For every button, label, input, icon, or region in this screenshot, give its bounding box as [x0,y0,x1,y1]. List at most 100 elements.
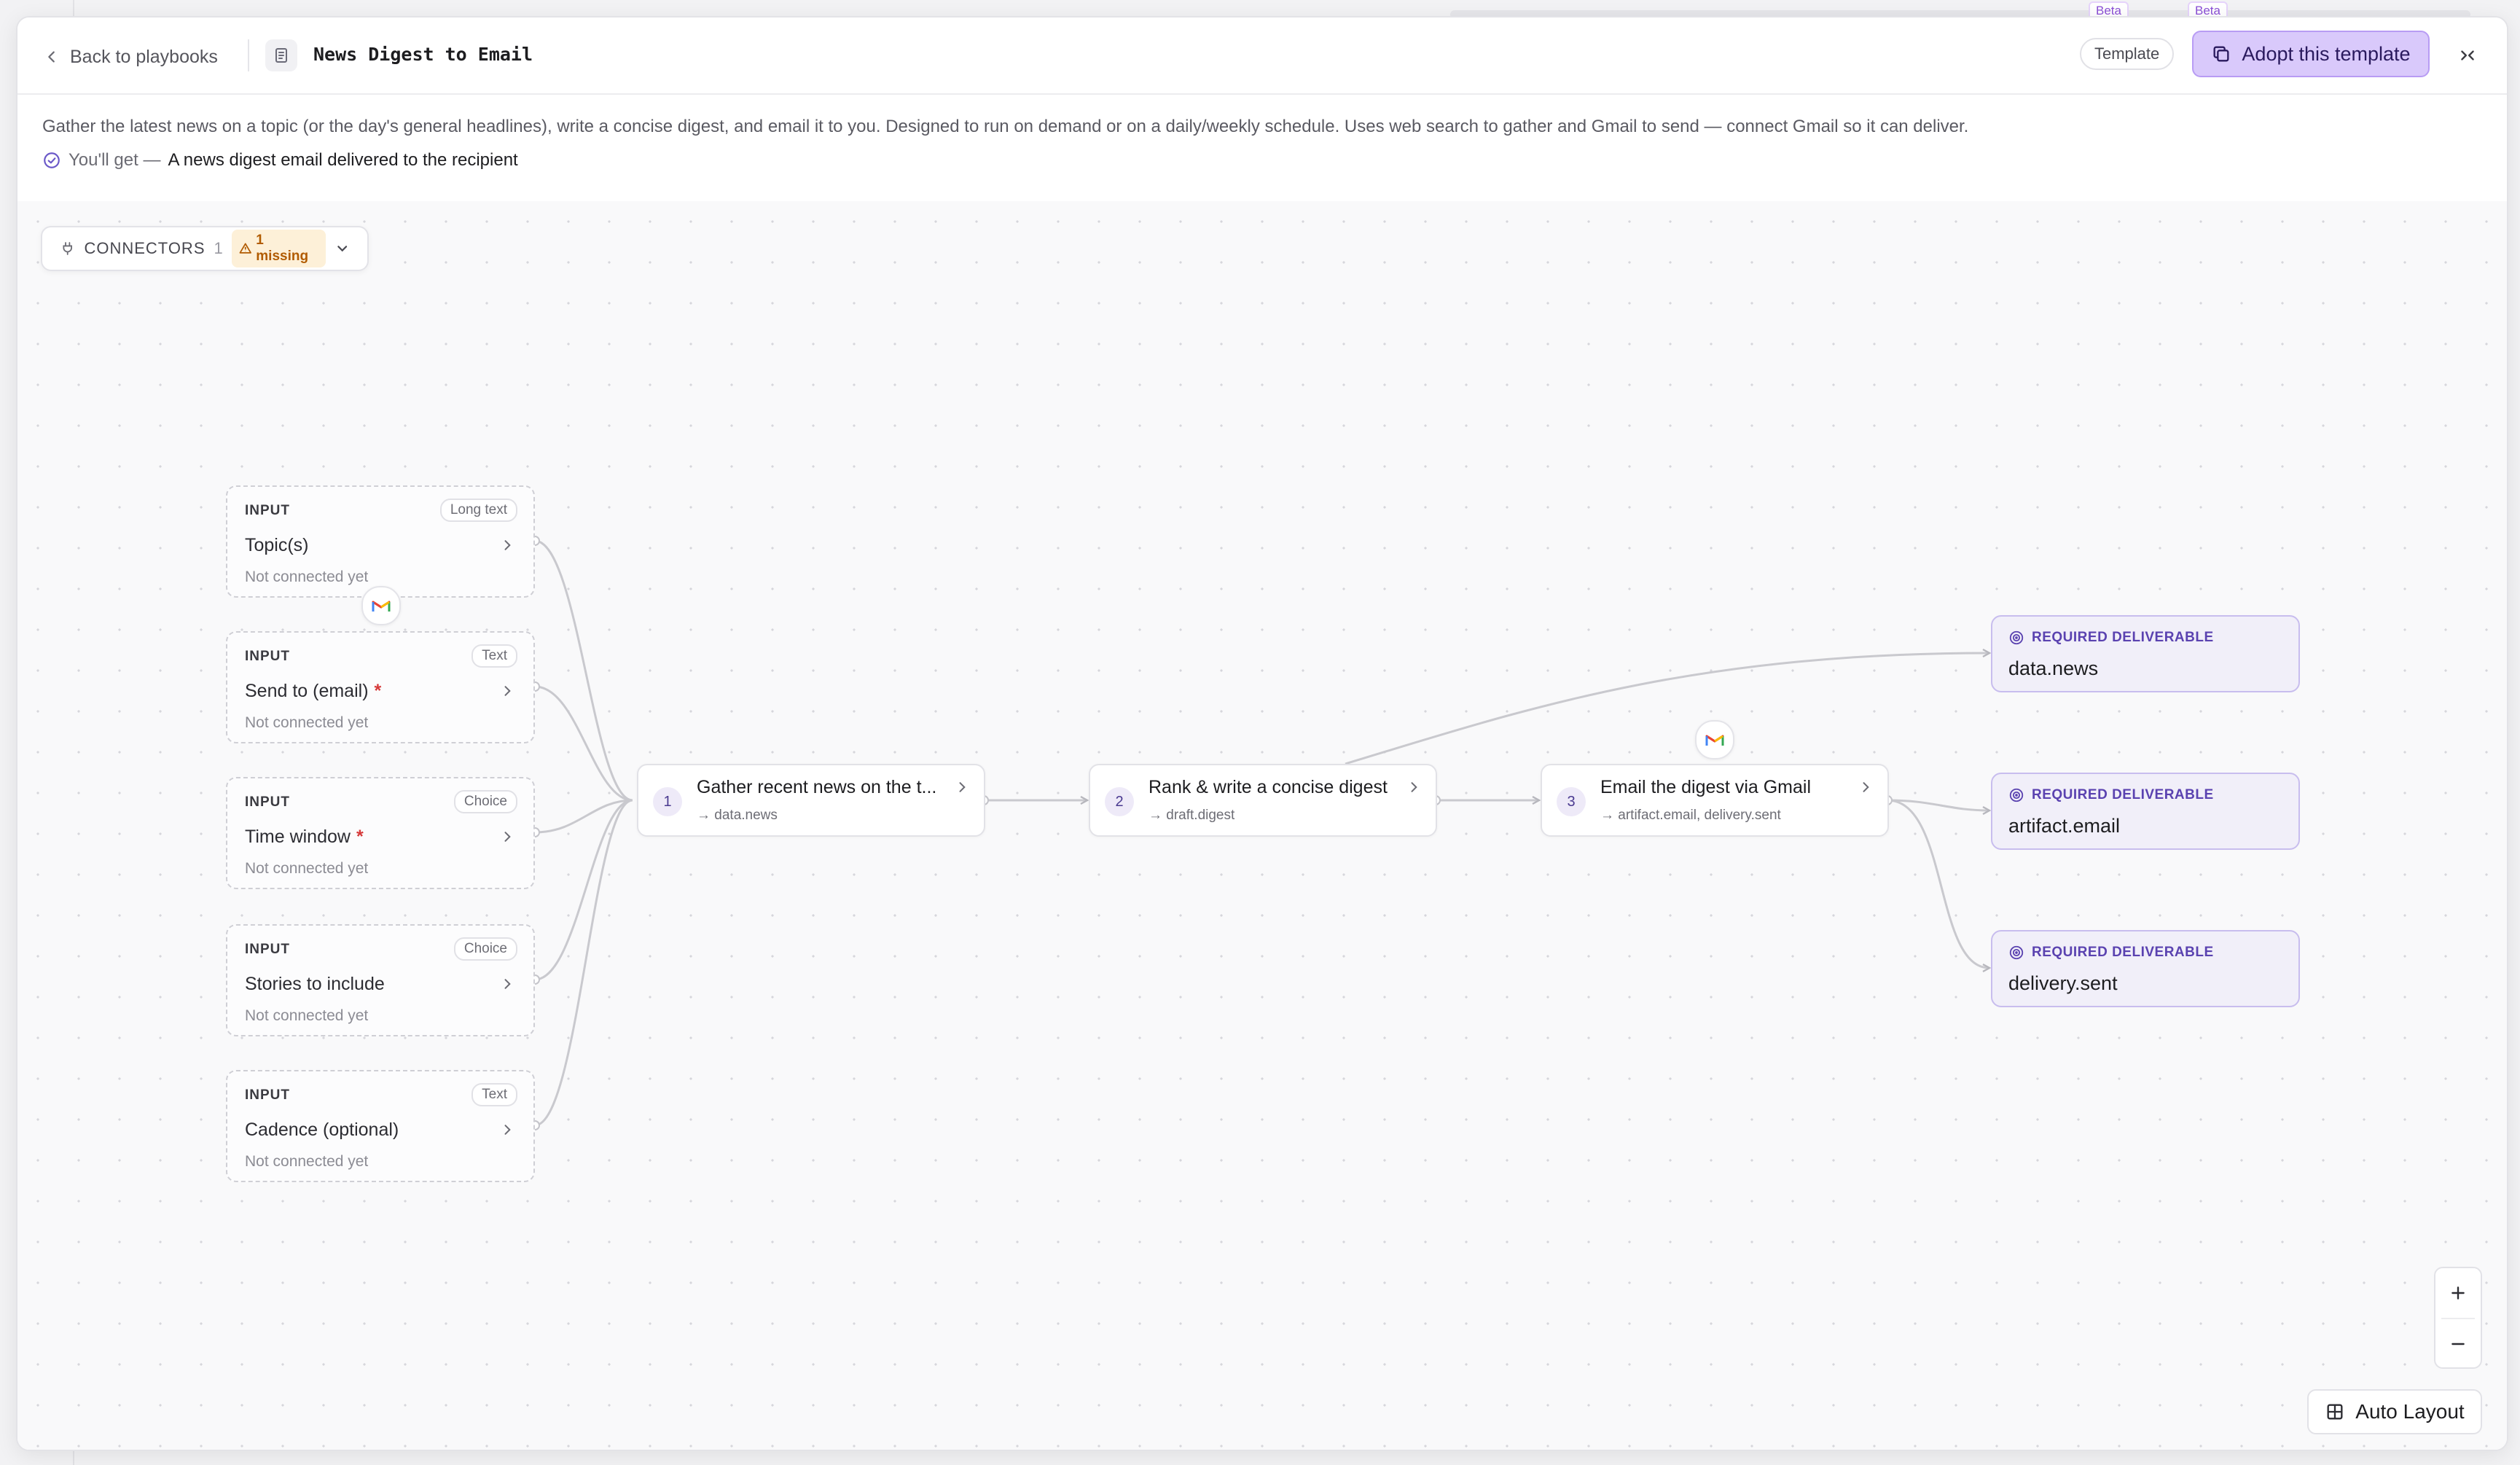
back-to-playbooks-button[interactable]: Back to playbooks [44,42,218,71]
input-label: Time window * [245,827,364,847]
grid-icon [2327,1404,2343,1420]
deliverable-name: delivery.sent [2008,972,2118,994]
input-status: Not connected yet [245,569,369,585]
chevron-right-icon [504,540,511,550]
target-icon [2009,945,2024,960]
input-node-stories[interactable]: INPUT Choice Stories to include Not conn… [226,924,535,1036]
adopt-template-button[interactable]: Adopt this template [2192,31,2430,77]
deliverable-name: data.news [2008,657,2099,679]
edge-step2-data-news [1345,648,1992,765]
step-outputs: → draft.digest [1149,808,1235,823]
gmail-icon [361,586,401,625]
edge-input-stories [534,799,633,981]
minus-icon [2451,1343,2465,1345]
edge-input-send-to [534,685,633,802]
input-type-badge: Choice [453,790,517,813]
playbook-description: Gather the latest news on a topic (or th… [42,117,1969,136]
input-label: Stories to include [245,974,385,994]
flow-canvas[interactable]: CONNECTORS 1 1 missing INPUT Long text T… [17,201,2507,1450]
auto-layout-button[interactable]: Auto Layout [2307,1389,2482,1434]
chevron-right-icon [1863,782,1869,792]
step-number: 1 [653,787,682,816]
target-icon [2009,630,2024,645]
deliverable-name: artifact.email [2008,815,2121,837]
plus-icon [2451,1286,2465,1300]
input-kind: INPUT [245,649,290,664]
target-icon [2009,788,2024,802]
input-kind: INPUT [245,1087,290,1103]
check-circle-icon [44,152,60,168]
playbook-summary: Gather the latest news on a topic (or th… [17,95,2507,203]
zoom-out-button[interactable] [2435,1319,2481,1369]
page-title: News Digest to Email [313,44,533,65]
input-kind: INPUT [245,942,290,957]
template-badge: Template [2080,38,2175,70]
plug-icon [63,242,72,255]
document-icon [265,39,297,71]
step-number: 2 [1105,787,1134,816]
input-kind: INPUT [245,794,290,810]
connectors-dropdown[interactable]: CONNECTORS 1 1 missing [41,226,369,271]
chevron-right-icon [504,1125,511,1135]
input-status: Not connected yet [245,860,369,877]
header-divider [248,39,249,71]
input-status: Not connected yet [245,1007,369,1024]
auto-layout-label: Auto Layout [2355,1400,2465,1423]
input-status: Not connected yet [245,714,369,731]
step-number: 3 [1557,787,1586,816]
step-node-gather-news[interactable]: 1 Gather recent news on the t... → data.… [637,764,985,837]
input-type-badge: Text [471,1083,517,1106]
you-get-value: A news digest email delivered to the rec… [168,150,518,170]
deliverable-tag: REQUIRED DELIVERABLE [2008,630,2214,646]
input-label: Topic(s) [245,535,309,555]
step-outputs: → data.news [697,808,778,823]
zoom-in-button[interactable] [2435,1268,2481,1318]
copy-icon [2213,46,2229,62]
input-node-cadence[interactable]: INPUT Text Cadence (optional) Not connec… [226,1070,535,1182]
connectors-label: CONNECTORS [84,239,206,257]
step-node-rank-write[interactable]: 2 Rank & write a concise digest → draft.… [1089,764,1437,837]
input-type-badge: Long text [439,499,517,522]
chevron-right-icon [1411,782,1417,792]
deliverable-data-news[interactable]: REQUIRED DELIVERABLE data.news [1991,615,2300,692]
edge-input-topics [534,539,633,802]
deliverable-tag: REQUIRED DELIVERABLE [2008,945,2214,961]
deliverable-artifact-email[interactable]: REQUIRED DELIVERABLE artifact.email [1991,773,2300,850]
collapse-icon [2461,50,2474,60]
chevron-left-icon [48,51,55,63]
required-marker: * [356,827,364,847]
edge-input-cadence [534,799,633,1127]
warning-icon [239,243,251,254]
step-outputs: → artifact.email, delivery.sent [1600,808,1781,823]
input-type-badge: Text [471,644,517,668]
deliverable-delivery-sent[interactable]: REQUIRED DELIVERABLE delivery.sent [1991,930,2300,1007]
input-node-send-to[interactable]: INPUT Text Send to (email) * Not connecte… [226,631,535,743]
input-label: Send to (email) * [245,681,382,701]
chevron-right-icon [504,686,511,696]
back-label: Back to playbooks [70,46,218,67]
edge-step3-delivery-sent [1887,799,1992,973]
missing-label: 1 missing [256,233,309,264]
chevron-right-icon [959,782,966,792]
input-node-topics[interactable]: INPUT Long text Topic(s) Not connected y… [226,485,535,598]
input-label: Cadence (optional) [245,1120,399,1140]
step-title: Rank & write a concise digest [1149,777,1388,797]
collapse-panel-button[interactable] [2451,39,2484,71]
connectors-count: 1 [214,239,223,257]
deliverable-tag: REQUIRED DELIVERABLE [2008,787,2214,803]
zoom-controls [2434,1267,2482,1369]
modal-header: Back to playbooks News Digest to Email T… [17,17,2507,95]
step-title: Gather recent news on the t... [697,777,937,797]
chevron-down-icon [337,246,347,252]
input-status: Not connected yet [245,1153,369,1170]
adopt-label: Adopt this template [2242,42,2411,65]
input-type-badge: Choice [453,937,517,961]
chevron-right-icon [504,979,511,989]
chevron-right-icon [504,832,511,842]
step-node-email-digest[interactable]: 3 Email the digest via Gmail → artifact.… [1541,764,1889,837]
step-title: Email the digest via Gmail [1600,777,1812,797]
missing-connectors-badge: 1 missing [231,230,326,267]
input-node-time-window[interactable]: INPUT Choice Time window * Not connected … [226,777,535,889]
input-kind: INPUT [245,503,290,518]
you-get-label: You'll get — [69,150,161,170]
